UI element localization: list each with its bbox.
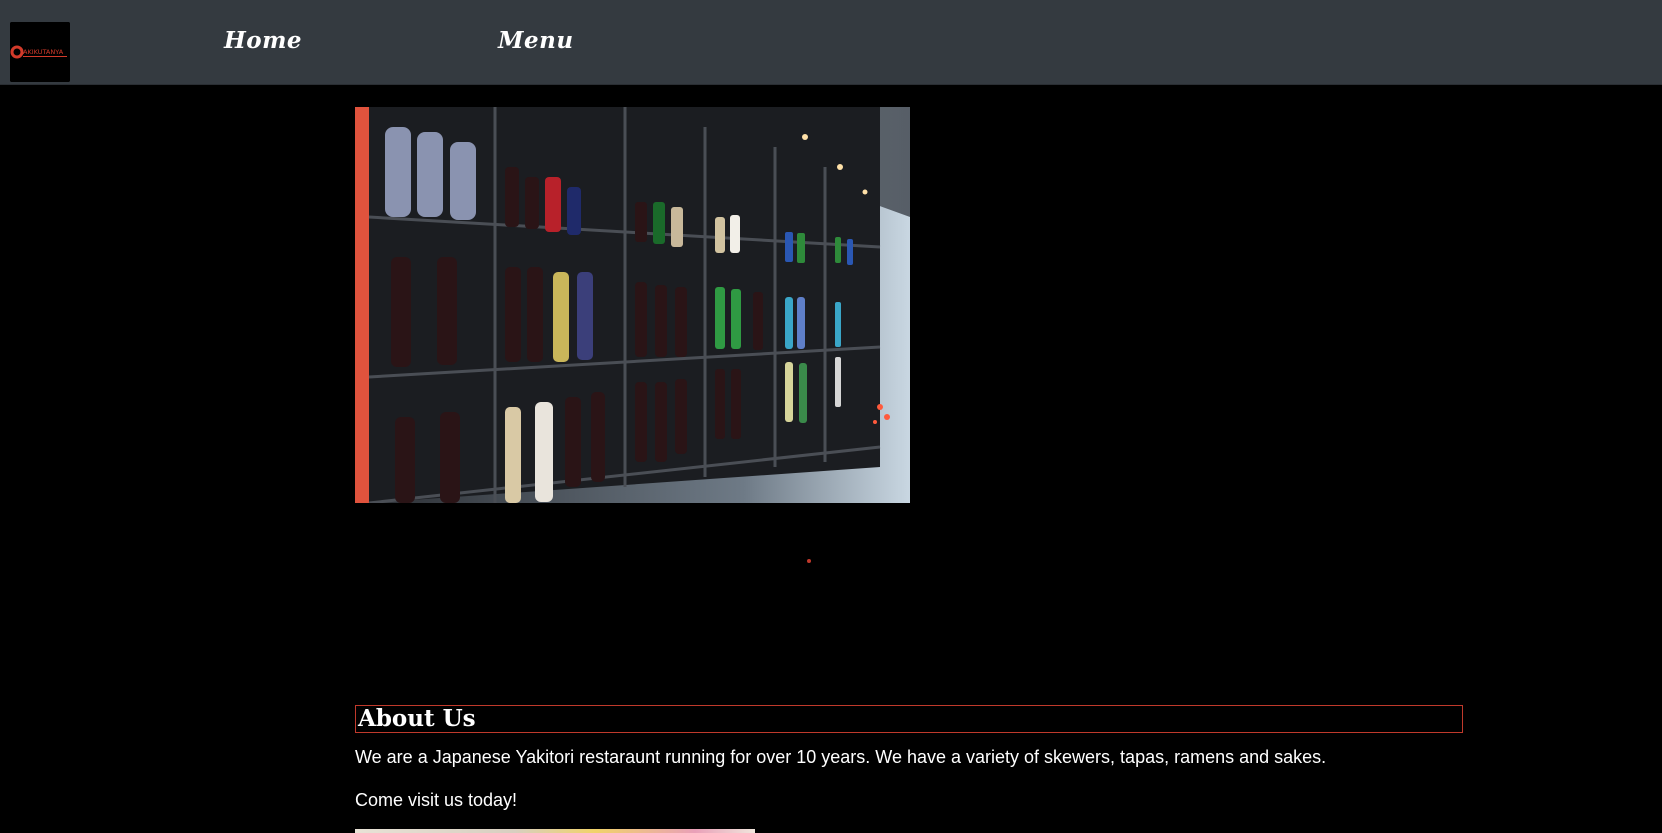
restaurant-photo-partial	[355, 829, 755, 833]
carousel-indicator-dot[interactable]	[807, 559, 811, 563]
about-heading: About Us	[355, 705, 1463, 733]
nav-link-menu[interactable]: Menu	[498, 27, 574, 54]
visit-cta-text: Come visit us today!	[355, 790, 518, 810]
hero-image-sake-shelves	[355, 107, 910, 503]
about-paragraph: We are a Japanese Yakitori restaraunt ru…	[355, 747, 1327, 767]
sake-bottle-shelves-photo	[355, 107, 910, 503]
logo-wordmark: AKIKUTANYA	[23, 48, 64, 56]
brand-logo[interactable]: AKIKUTANYA	[10, 22, 70, 82]
navbar: AKIKUTANYA Home Menu	[0, 0, 1662, 85]
nav-link-home[interactable]: Home	[224, 27, 302, 54]
